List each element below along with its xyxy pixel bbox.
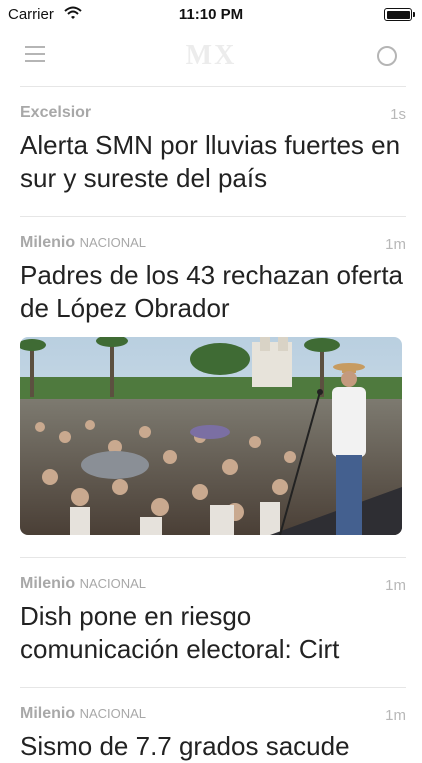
nav-bar: MX <box>0 36 422 76</box>
story-source: Milenio <box>20 705 76 722</box>
story-meta: Milenio NACIONAL <box>20 575 146 593</box>
story-card[interactable]: Excelsior 1s Alerta SMN por lluvias fuer… <box>0 87 422 216</box>
story-section: NACIONAL <box>79 706 147 721</box>
battery-icon <box>384 8 415 21</box>
story-section: NACIONAL <box>79 576 147 591</box>
story-headline[interactable]: Padres de los 43 rechazan oferta de Lópe… <box>20 259 406 325</box>
story-source: Milenio <box>20 234 76 251</box>
news-feed[interactable]: Excelsior 1s Alerta SMN por lluvias fuer… <box>0 86 422 761</box>
story-headline[interactable]: Sismo de 7.7 grados sacude <box>20 730 406 763</box>
app-logo: MX <box>185 40 237 71</box>
story-meta: Excelsior <box>20 104 91 122</box>
story-section: NACIONAL <box>79 235 147 250</box>
story-meta: Milenio NACIONAL <box>20 234 146 252</box>
story-source: Excelsior <box>20 104 92 121</box>
circle-icon[interactable] <box>377 46 397 66</box>
status-bar: Carrier 11:10 PM <box>0 0 422 30</box>
story-meta: Milenio NACIONAL <box>20 705 146 723</box>
story-card[interactable]: Milenio NACIONAL 1m Padres de los 43 rec… <box>0 217 422 557</box>
story-age: 1m <box>385 236 406 253</box>
story-source: Milenio <box>20 575 76 592</box>
clock: 11:10 PM <box>178 6 244 23</box>
story-headline[interactable]: Alerta SMN por lluvias fuertes en sur y … <box>20 129 406 195</box>
story-card[interactable]: Milenio NACIONAL 1m Sismo de 7.7 grados … <box>0 688 422 761</box>
story-age: 1s <box>390 106 406 123</box>
story-headline[interactable]: Dish pone en riesgo comunicación elector… <box>20 600 406 666</box>
story-photo[interactable] <box>20 337 402 535</box>
story-age: 1m <box>385 707 406 724</box>
story-card[interactable]: Milenio NACIONAL 1m Dish pone en riesgo … <box>0 558 422 687</box>
story-age: 1m <box>385 577 406 594</box>
